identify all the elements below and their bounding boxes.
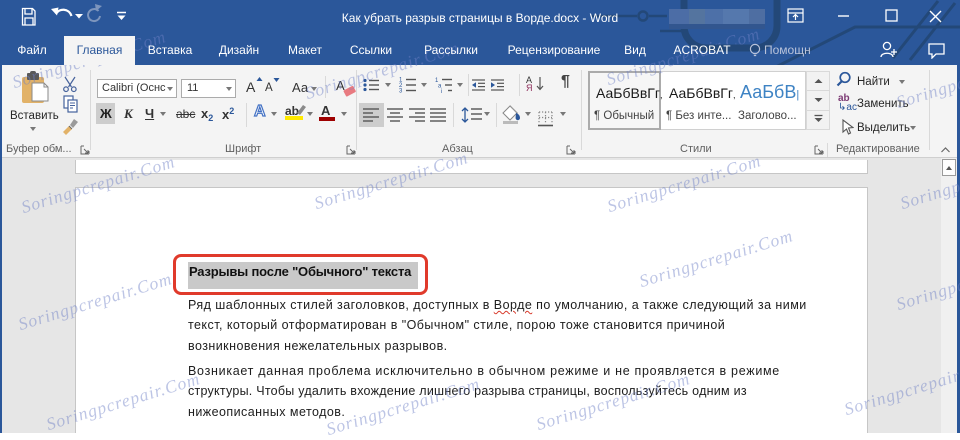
svg-text:3: 3 bbox=[399, 89, 403, 94]
svg-text:i: i bbox=[441, 89, 442, 93]
